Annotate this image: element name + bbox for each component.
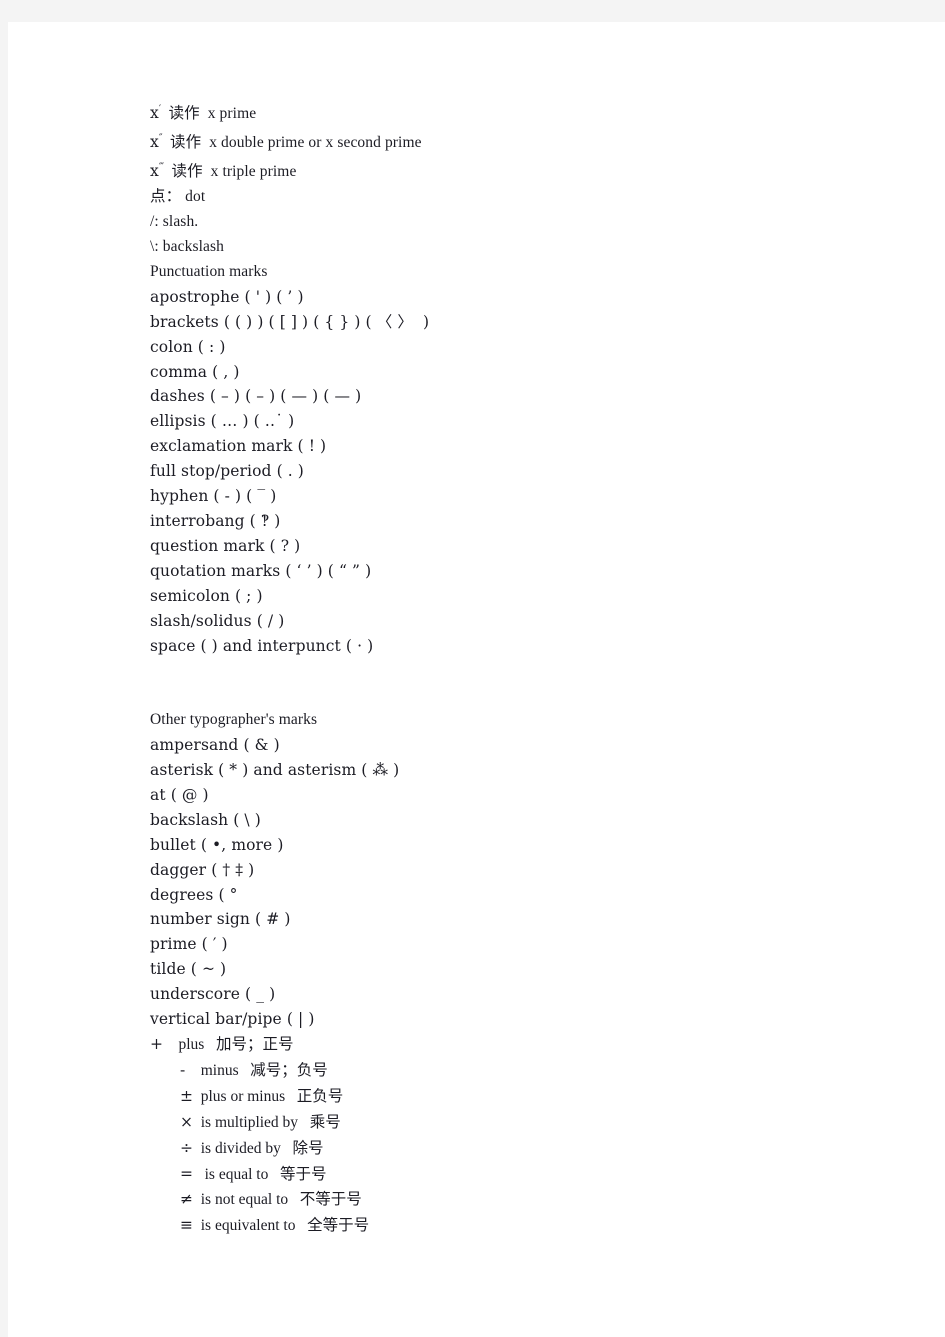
list-item: semicolon ( ; ) [150,586,263,605]
list-item: hyphen ( - ) ( ‾ ) [150,487,277,506]
prime-english-label: x prime [207,105,257,123]
operator-chinese: 加号；正号 [215,1035,294,1053]
operator-symbol: = [180,1164,193,1183]
list-item: bullet ( •, more ) [150,835,284,854]
operator-english: plus or minus [200,1087,286,1105]
operator-chinese: 除号 [292,1139,324,1157]
operator-symbol: ÷ [180,1138,193,1157]
punctuation-marks-list: apostrophe ( ' ) ( ’ ) brackets ( ( ) ) … [150,285,910,659]
math-operator-row: ÷ is divided by 除号 [150,1136,910,1162]
document-page: x′ 读作 x prime x″ 读作 x double prime or x … [8,22,945,1337]
prime-line: x′ 读作 x prime [150,98,910,127]
operator-chinese: 等于号 [279,1165,327,1183]
list-item: vertical bar/pipe ( | ) [150,1010,315,1029]
prime-symbol-x: x [150,133,159,152]
misc-marks-block: 点： dot /: slash. \: backslash [150,185,910,260]
list-item: at ( @ ) [150,785,209,804]
prime-marks: ‴ [158,162,164,174]
math-operator-row: ≡ is equivalent to 全等于号 [150,1213,910,1239]
list-item: ampersand ( & ) [150,736,280,755]
math-operator-row: - minus 减号；负号 [150,1058,910,1084]
math-operator-row: ≠ is not equal to 不等于号 [150,1187,910,1213]
list-item: dashes ( – ) ( – ) ( — ) ( — ) [150,387,362,406]
math-operator-row: = is equal to 等于号 [150,1162,910,1188]
list-item: question mark ( ? ) [150,536,301,555]
list-item: prime ( ′ ) [150,935,228,954]
prime-english-label: x double prime or x second prime [209,134,422,152]
list-item: space ( ) and interpunct ( · ) [150,636,374,655]
misc-line: \: backslash [150,238,224,255]
prime-reading-label: 读作 [168,105,200,123]
math-operators-list: + plus 加号；正号 - minus 减号；负号 ± plus or min… [150,1032,910,1239]
operator-chinese: 不等于号 [299,1191,362,1209]
list-item: apostrophe ( ' ) ( ’ ) [150,287,304,306]
prime-english-label: x triple prime [210,163,297,181]
operator-symbol: ± [180,1086,193,1105]
math-operator-row: ± plus or minus 正负号 [150,1084,910,1110]
document-text-body: x′ 读作 x prime x″ 读作 x double prime or x … [150,98,910,1239]
operator-english: plus [178,1035,205,1053]
prime-marks: ′ [158,104,161,115]
operator-english: minus [200,1061,239,1079]
list-item: dagger ( † ‡ ) [150,860,255,879]
list-item: interrobang ( ‽ ) [150,511,281,530]
misc-line: /: slash. [150,213,199,231]
typographer-marks-list: ampersand ( & ) asterisk ( * ) and aster… [150,733,910,1032]
list-item: degrees ( ° [150,885,238,904]
operator-symbol: ≡ [180,1216,193,1235]
operator-chinese: 正负号 [296,1087,344,1105]
prime-reading-label: 读作 [170,134,202,152]
list-item: comma ( , ) [150,362,240,381]
operator-english: is equal to [204,1165,269,1183]
list-item: quotation marks ( ‘ ’ ) ( “ ” ) [150,561,372,580]
prime-symbol-x: x [150,104,159,123]
operator-chinese: 全等于号 [307,1217,370,1235]
operator-english: is multiplied by [200,1113,299,1131]
operator-symbol: - [180,1060,186,1079]
misc-line: 点： dot [150,188,206,206]
list-item: ellipsis ( … ) ( ‥˙ ) [150,412,295,431]
list-item: brackets ( ( ) ) ( [ ] ) ( { } ) ( 〈 〉 ) [150,312,430,331]
operator-symbol: ≠ [180,1190,193,1209]
punctuation-marks-heading: Punctuation marks [150,262,268,280]
operator-english: is equivalent to [200,1217,296,1235]
prime-reading-label: 读作 [171,163,203,181]
typographer-marks-heading: Other typographer's marks [150,711,318,729]
math-operator-row: × is multiplied by 乘号 [150,1110,910,1136]
list-item: full stop/period ( . ) [150,462,304,481]
operator-symbol: + [150,1034,163,1053]
list-item: backslash ( \ ) [150,810,261,829]
prime-line: x″ 读作 x double prime or x second prime [150,127,910,156]
prime-marks: ″ [158,133,163,145]
list-item: exclamation mark ( ! ) [150,437,327,456]
list-item: underscore ( _ ) [150,985,276,1004]
operator-english: is not equal to [200,1191,289,1209]
math-operator-row: + plus 加号；正号 [150,1032,910,1058]
prime-notation-block: x′ 读作 x prime x″ 读作 x double prime or x … [150,98,910,185]
operator-chinese: 减号；负号 [250,1061,328,1079]
list-item: colon ( : ) [150,337,226,356]
prime-line: x‴ 读作 x triple prime [150,156,910,185]
operator-symbol: × [180,1112,193,1131]
operator-english: is divided by [200,1139,281,1157]
operator-chinese: 乘号 [309,1113,341,1131]
list-item: slash/solidus ( / ) [150,611,285,630]
list-item: asterisk ( * ) and asterism ( ⁂ ) [150,761,400,779]
list-item: tilde ( ~ ) [150,960,227,979]
prime-symbol-x: x [150,162,159,181]
list-item: number sign ( # ) [150,910,291,929]
